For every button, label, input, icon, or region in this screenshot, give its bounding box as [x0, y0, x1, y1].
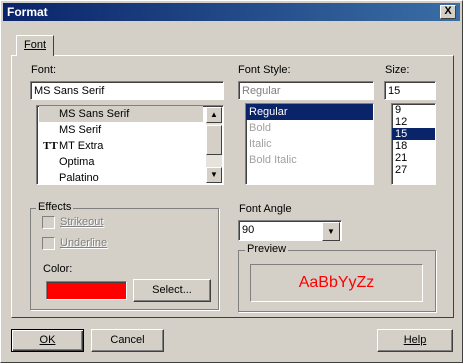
- font-angle-label: Font Angle: [239, 203, 292, 215]
- scroll-down-icon[interactable]: ▼: [206, 167, 222, 183]
- scroll-up-icon[interactable]: ▲: [206, 107, 222, 123]
- effects-label: Effects: [36, 201, 74, 213]
- font-item[interactable]: MS Sans Serif: [39, 106, 203, 122]
- size-item[interactable]: 9: [392, 104, 435, 116]
- select-color-button[interactable]: Select...: [133, 279, 211, 302]
- font-angle-select[interactable]: 90 ▼: [238, 220, 342, 241]
- strikeout-checkbox[interactable]: [42, 216, 55, 229]
- truetype-icon: TT: [43, 140, 58, 152]
- size-list[interactable]: 9 12 15 18 21 27: [391, 103, 436, 185]
- close-button[interactable]: X: [440, 5, 456, 19]
- size-item[interactable]: 12: [392, 116, 435, 128]
- font-list[interactable]: MS Sans Serif MS Serif TT MT Extra Optim…: [36, 105, 224, 185]
- font-angle-value: 90: [242, 224, 255, 236]
- ok-button[interactable]: OK: [11, 329, 84, 352]
- size-value: 15: [388, 85, 401, 97]
- color-swatch: [46, 281, 127, 300]
- font-style-label: Font Style:: [238, 64, 291, 76]
- font-item[interactable]: Palatino: [39, 170, 203, 184]
- font-item[interactable]: Optima: [39, 154, 203, 170]
- font-style-item[interactable]: Italic: [246, 136, 373, 152]
- size-items: 9 12 15 18 21 27: [392, 104, 435, 176]
- font-label: Font:: [31, 64, 57, 76]
- close-icon: X: [444, 5, 452, 17]
- font-style-item[interactable]: Bold: [246, 120, 373, 136]
- scroll-thumb[interactable]: [206, 125, 222, 155]
- tab-font[interactable]: Font: [16, 35, 54, 56]
- preview-label: Preview: [245, 243, 289, 255]
- size-item[interactable]: 21: [392, 152, 435, 164]
- font-style-field[interactable]: Regular: [238, 81, 374, 100]
- size-label: Size:: [385, 64, 410, 76]
- color-label: Color:: [43, 263, 73, 275]
- font-style-list[interactable]: Regular Bold Italic Bold Italic: [245, 103, 374, 185]
- tab-font-label: Font: [24, 39, 47, 51]
- font-item[interactable]: MS Serif: [39, 122, 203, 138]
- cancel-button[interactable]: Cancel: [91, 329, 164, 352]
- preview-box: AaBbYyZz: [250, 264, 423, 302]
- font-items: MS Sans Serif MS Serif TT MT Extra Optim…: [39, 106, 203, 184]
- font-style-item[interactable]: Regular: [246, 104, 373, 120]
- size-item[interactable]: 18: [392, 140, 435, 152]
- format-dialog: Format X Font Font: MS Sans Serif MS San…: [0, 0, 463, 363]
- chevron-down-icon[interactable]: ▼: [322, 222, 340, 241]
- help-button[interactable]: Help: [377, 329, 453, 352]
- size-item[interactable]: 27: [392, 164, 435, 176]
- font-style-item[interactable]: Bold Italic: [246, 152, 373, 168]
- underline-label: Underline: [60, 237, 108, 249]
- font-list-scrollbar[interactable]: ▲ ▼: [206, 107, 222, 183]
- font-style-value: Regular: [242, 85, 281, 97]
- title-bar[interactable]: Format X: [3, 3, 460, 21]
- font-name-field[interactable]: MS Sans Serif: [30, 81, 224, 100]
- size-field[interactable]: 15: [384, 81, 436, 100]
- size-item[interactable]: 15: [392, 128, 435, 140]
- underline-checkbox[interactable]: [42, 237, 55, 250]
- font-name-value: MS Sans Serif: [34, 85, 105, 97]
- font-item[interactable]: TT MT Extra: [39, 138, 203, 154]
- preview-text: AaBbYyZz: [298, 274, 375, 291]
- strikeout-label: Strikeout: [60, 216, 104, 228]
- window-title: Format: [7, 5, 48, 19]
